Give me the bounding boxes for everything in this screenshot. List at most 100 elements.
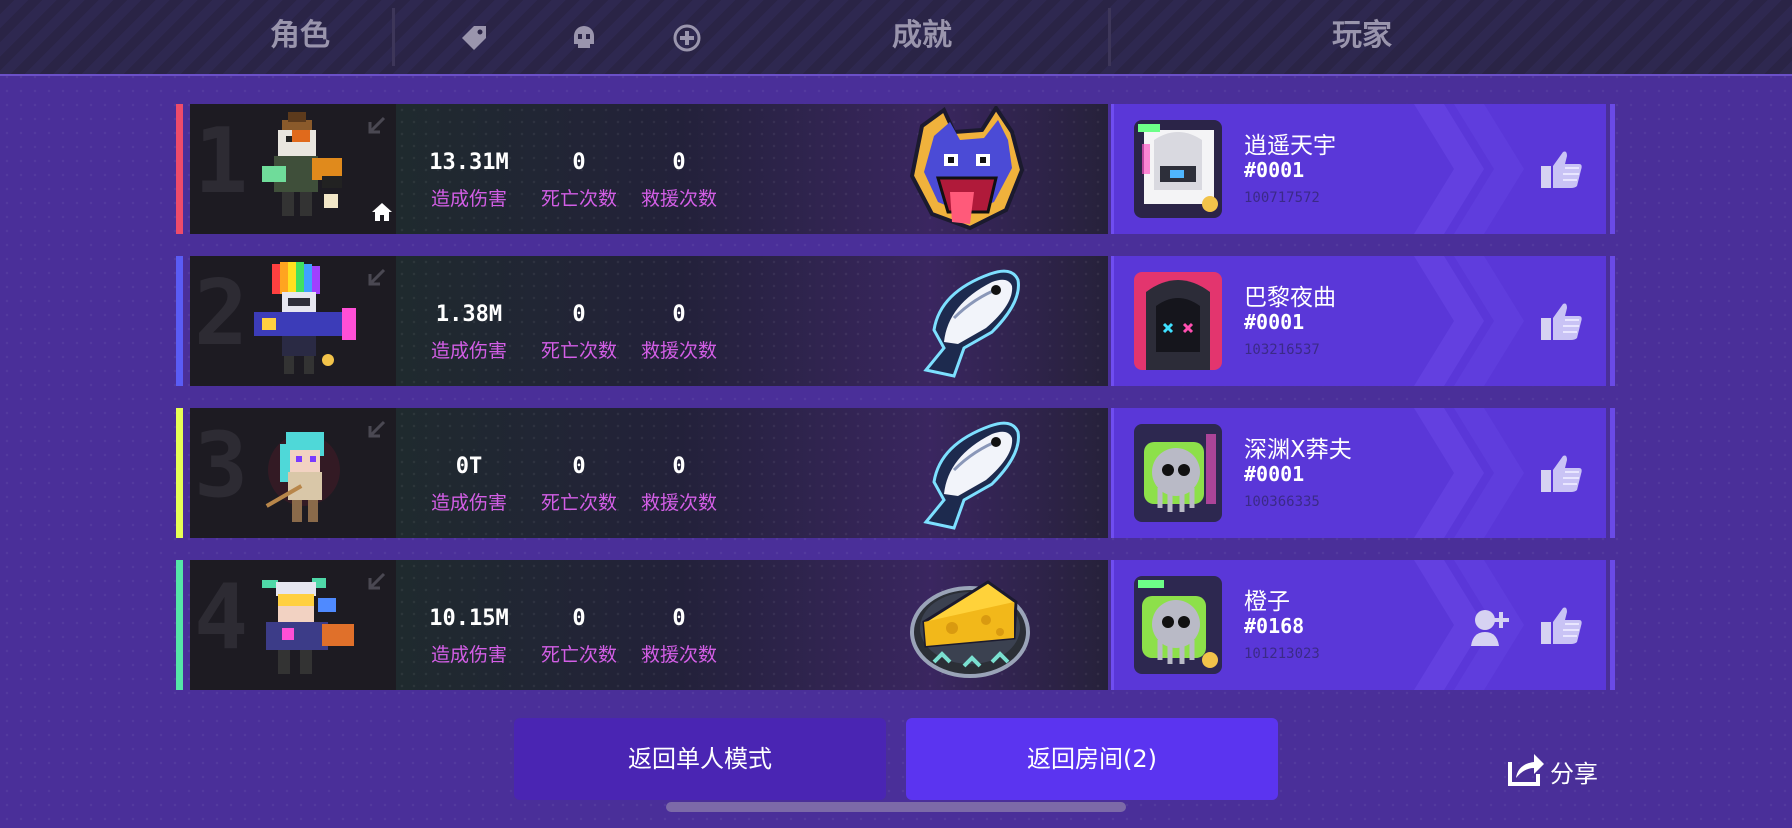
scoreboard-row: 1 13.31M 造成伤害 0 死亡次数 0 救援次数 逍遥天宇 #0001 1… — [176, 104, 1616, 234]
scoreboard-row: 3 0T 造成伤害 0 死亡次数 0 救援次数 深渊X莽夫 #0001 1003… — [176, 408, 1616, 538]
deaths-value: 0 — [572, 302, 586, 327]
row-end-bar — [1610, 560, 1615, 690]
return-room-button[interactable]: 返回房间(2) — [906, 718, 1278, 800]
column-title-achievement: 成就 — [892, 18, 952, 53]
player-avatar[interactable] — [1134, 424, 1222, 522]
rescues-label: 救援次数 — [640, 340, 717, 362]
column-title-role: 角色 — [270, 18, 330, 53]
column-title-player: 玩家 — [1332, 18, 1392, 53]
player-tag: #0001 — [1244, 158, 1305, 182]
player-tag: #0001 — [1244, 310, 1305, 334]
player-card[interactable]: 橙子 #0168 101213023 — [1111, 560, 1606, 690]
rank-number: 4 — [194, 565, 249, 670]
character-cell: 2 — [190, 256, 396, 386]
fish-badge-icon[interactable] — [904, 258, 1034, 384]
player-name: 逍遥天宇 — [1244, 133, 1336, 159]
rank-accent-bar — [176, 256, 183, 386]
player-name: 巴黎夜曲 — [1244, 285, 1336, 311]
player-name: 橙子 — [1244, 589, 1290, 615]
revive-icon — [673, 24, 701, 52]
player-id: 100717572 — [1244, 190, 1320, 206]
rescues-label: 救援次数 — [640, 492, 717, 514]
wolf-badge-icon[interactable] — [904, 106, 1034, 232]
player-id: 101213023 — [1244, 646, 1320, 662]
deaths-label: 死亡次数 — [540, 644, 617, 666]
rescues-value: 0 — [672, 606, 686, 631]
stats-cell: 13.31M 造成伤害 0 死亡次数 0 救援次数 — [396, 104, 1108, 234]
return-single-mode-button[interactable]: 返回单人模式 — [514, 718, 886, 800]
chevron-decoration — [1414, 408, 1524, 538]
damage-label: 造成伤害 — [430, 492, 507, 514]
tag-icon — [462, 26, 486, 50]
player-card[interactable]: 巴黎夜曲 #0001 103216537 — [1111, 256, 1606, 386]
arrow-down-left-icon — [368, 572, 386, 590]
fish-badge-icon[interactable] — [904, 410, 1034, 536]
host-home-icon — [372, 203, 392, 221]
damage-label: 造成伤害 — [430, 340, 507, 362]
thumbs-up-icon[interactable] — [1539, 148, 1583, 190]
rescues-value: 0 — [672, 454, 686, 479]
arrow-down-left-icon — [368, 116, 386, 134]
player-card[interactable]: 深渊X莽夫 #0001 100366335 — [1111, 408, 1606, 538]
rank-accent-bar — [176, 408, 183, 538]
deaths-value: 0 — [572, 150, 586, 175]
player-avatar[interactable] — [1134, 272, 1222, 370]
rescues-value: 0 — [672, 302, 686, 327]
player-card[interactable]: 逍遥天宇 #0001 100717572 — [1111, 104, 1606, 234]
rescues-value: 0 — [672, 150, 686, 175]
row-end-bar — [1610, 408, 1615, 538]
deaths-value: 0 — [572, 606, 586, 631]
home-indicator[interactable] — [666, 802, 1126, 812]
character-sprite — [265, 432, 340, 522]
chevron-decoration — [1414, 104, 1524, 234]
cheese-badge-icon[interactable] — [904, 562, 1034, 688]
add-friend-icon[interactable] — [1469, 606, 1513, 648]
rank-accent-bar — [176, 104, 183, 234]
player-tag: #0168 — [1244, 614, 1305, 638]
arrow-down-left-icon — [368, 268, 386, 286]
row-end-bar — [1610, 256, 1615, 386]
share-icon — [1508, 754, 1544, 786]
rescues-label: 救援次数 — [640, 644, 717, 666]
character-sprite — [254, 262, 356, 374]
player-avatar[interactable] — [1134, 120, 1222, 218]
stats-cell: 10.15M 造成伤害 0 死亡次数 0 救援次数 — [396, 560, 1108, 690]
player-id: 100366335 — [1244, 494, 1320, 510]
scoreboard-row: 4 10.15M 造成伤害 0 死亡次数 0 救援次数 橙子 #0168 101… — [176, 560, 1616, 690]
damage-value: 0T — [455, 454, 483, 479]
deaths-label: 死亡次数 — [540, 340, 617, 362]
character-sprite — [262, 112, 342, 216]
chevron-decoration — [1414, 256, 1524, 386]
player-name: 深渊X莽夫 — [1244, 437, 1352, 463]
row-end-bar — [1610, 104, 1615, 234]
stats-cell: 1.38M 造成伤害 0 死亡次数 0 救援次数 — [396, 256, 1108, 386]
character-cell: 1 — [190, 104, 396, 234]
damage-value: 13.31M — [429, 150, 509, 175]
scoreboard-row: 2 1.38M 造成伤害 0 死亡次数 0 救援次数 巴黎夜曲 #0001 10… — [176, 256, 1616, 386]
skull-icon — [574, 26, 594, 48]
stats-cell: 0T 造成伤害 0 死亡次数 0 救援次数 — [396, 408, 1108, 538]
player-id: 103216537 — [1244, 342, 1320, 358]
rank-number: 2 — [194, 261, 249, 366]
scoreboard-header: 角色 成就 玩家 — [0, 0, 1792, 76]
share-label: 分享 — [1550, 760, 1598, 788]
damage-label: 造成伤害 — [430, 644, 507, 666]
header-divider — [1108, 8, 1111, 66]
thumbs-up-icon[interactable] — [1539, 300, 1583, 342]
damage-label: 造成伤害 — [430, 188, 507, 210]
deaths-value: 0 — [572, 454, 586, 479]
rank-number: 3 — [194, 413, 249, 518]
damage-value: 10.15M — [429, 606, 509, 631]
player-tag: #0001 — [1244, 462, 1305, 486]
thumbs-up-icon[interactable] — [1539, 604, 1583, 646]
character-cell: 3 — [190, 408, 396, 538]
deaths-label: 死亡次数 — [540, 492, 617, 514]
rescues-label: 救援次数 — [640, 188, 717, 210]
player-avatar[interactable] — [1134, 576, 1222, 674]
rank-number: 1 — [194, 109, 249, 214]
character-cell: 4 — [190, 560, 396, 690]
character-sprite — [262, 578, 354, 674]
thumbs-up-icon[interactable] — [1539, 452, 1583, 494]
header-divider — [392, 8, 395, 66]
damage-value: 1.38M — [435, 302, 503, 327]
